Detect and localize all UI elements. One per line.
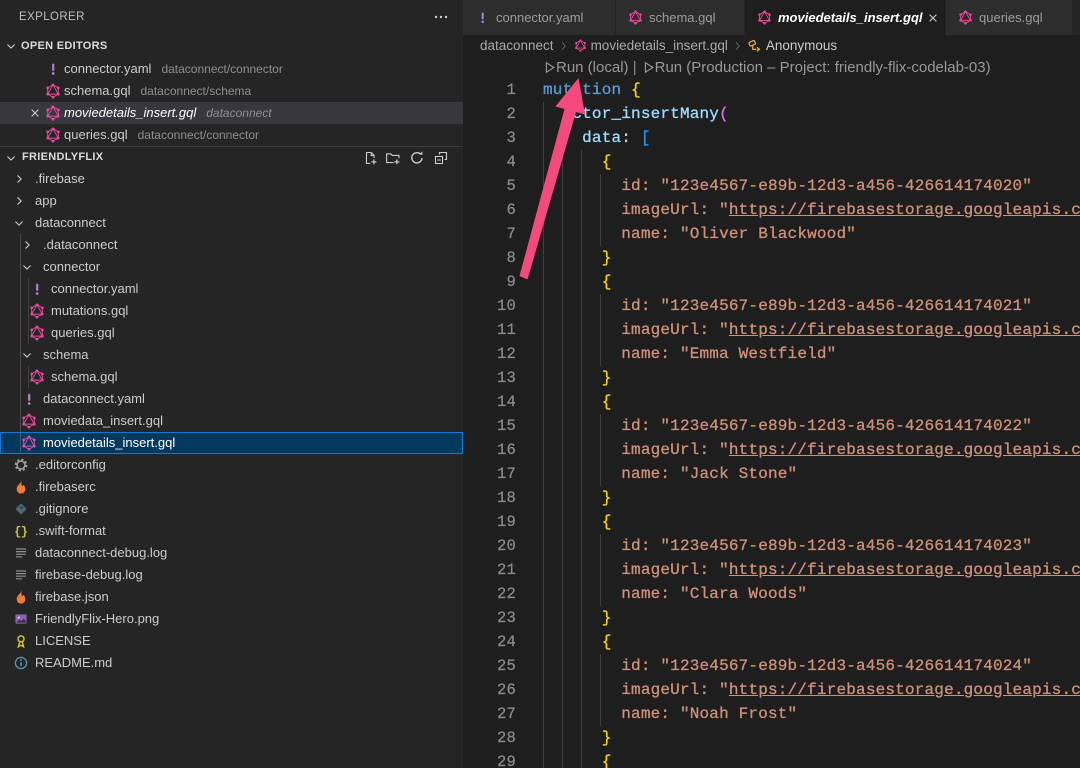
svg-text:}: } (21, 525, 28, 539)
